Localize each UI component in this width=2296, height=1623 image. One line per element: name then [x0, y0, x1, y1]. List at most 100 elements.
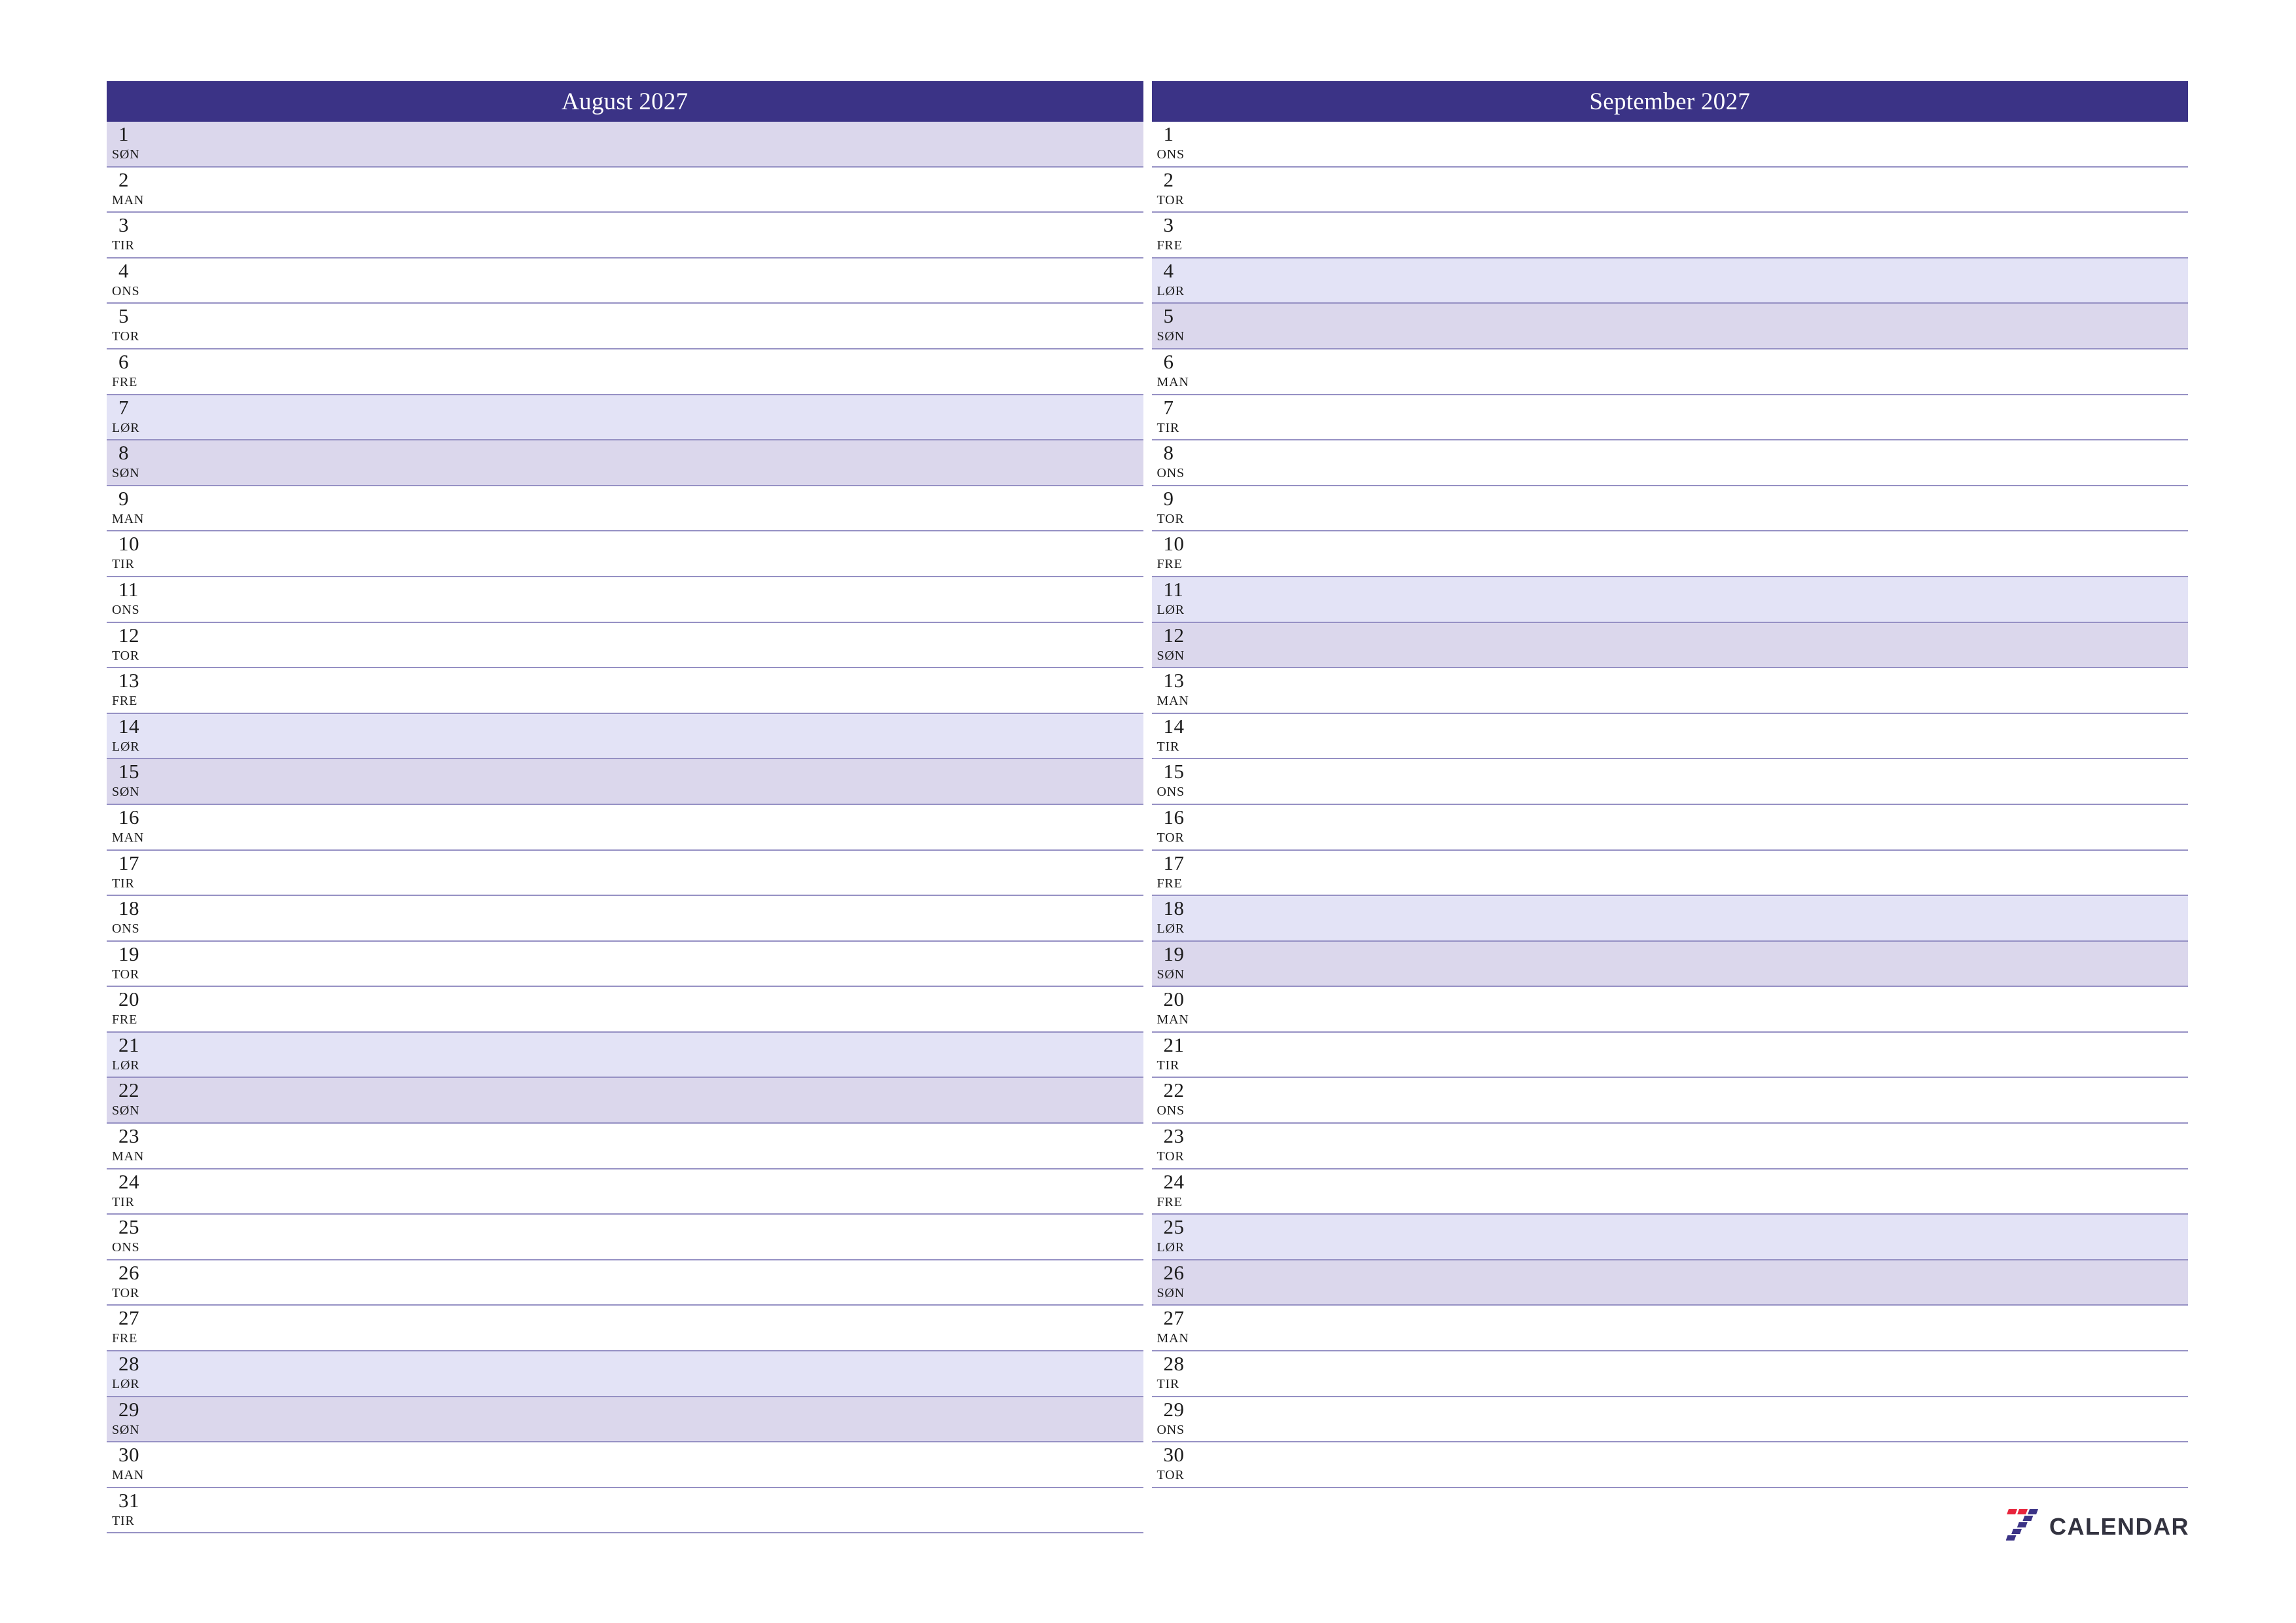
day-row[interactable]: 4 ONS: [107, 258, 1143, 304]
day-row[interactable]: 30 TOR: [1151, 1442, 2188, 1488]
day-weekday-abbr: TIR: [112, 557, 135, 572]
day-number: 1: [118, 122, 129, 145]
day-number: 4: [1163, 259, 1174, 282]
day-row[interactable]: 8 ONS: [1151, 440, 2188, 486]
day-row[interactable]: 20 FRE: [107, 987, 1143, 1033]
day-row[interactable]: 11 ONS: [107, 577, 1143, 623]
day-weekday-abbr: TIR: [1157, 1377, 1180, 1392]
day-weekday-abbr: ONS: [1157, 1103, 1185, 1118]
month-panel: August 2027 1 SØN 2 MAN 3 TIR 4 ONS 5 TOR 6 FRE 7 LØR 8…: [107, 81, 1143, 1535]
day-weekday-abbr: MAN: [1157, 374, 1189, 389]
day-row[interactable]: 16 TOR: [1151, 804, 2188, 851]
day-row[interactable]: 23 MAN: [107, 1124, 1143, 1169]
day-number: 2: [1163, 168, 1174, 191]
day-row[interactable]: 24 TIR: [107, 1169, 1143, 1215]
day-number: 20: [118, 988, 139, 1011]
day-number: 29: [1163, 1397, 1185, 1421]
day-row[interactable]: 16 MAN: [107, 804, 1143, 851]
day-row[interactable]: 13 MAN: [1151, 668, 2188, 714]
day-weekday-abbr: FRE: [112, 374, 138, 389]
day-row[interactable]: 19 SØN: [1151, 941, 2188, 988]
day-row[interactable]: 3 FRE: [1151, 213, 2188, 259]
day-row[interactable]: 5 SØN: [1151, 304, 2188, 349]
day-weekday-abbr: LØR: [1157, 602, 1185, 617]
day-weekday-abbr: FRE: [1157, 876, 1183, 891]
day-number: 8: [118, 441, 129, 465]
day-row[interactable]: 7 LØR: [107, 395, 1143, 441]
day-number: 28: [1163, 1352, 1185, 1376]
day-row[interactable]: 18 LØR: [1151, 896, 2188, 942]
day-number: 4: [118, 259, 129, 282]
day-weekday-abbr: TOR: [1157, 1468, 1185, 1483]
day-number: 20: [1163, 988, 1185, 1011]
day-number: 31: [118, 1488, 139, 1512]
day-row[interactable]: 25 LØR: [1151, 1215, 2188, 1260]
day-number: 15: [1163, 760, 1185, 783]
day-row[interactable]: 17 FRE: [1151, 850, 2188, 897]
day-row[interactable]: 20 MAN: [1151, 987, 2188, 1033]
day-row[interactable]: 18 ONS: [107, 896, 1143, 942]
day-number: 21: [118, 1033, 139, 1056]
seven-logo-icon: [2006, 1509, 2038, 1541]
day-row[interactable]: 27 MAN: [1151, 1306, 2188, 1352]
day-weekday-abbr: LØR: [112, 739, 140, 754]
day-row[interactable]: 12 TOR: [107, 622, 1143, 669]
day-row[interactable]: 28 TIR: [1151, 1351, 2188, 1397]
day-row[interactable]: 21 TIR: [1151, 1032, 2188, 1079]
day-weekday-abbr: LØR: [112, 1377, 140, 1392]
day-number: 9: [118, 486, 129, 510]
day-row[interactable]: 15 SØN: [107, 759, 1143, 805]
day-row[interactable]: 22 SØN: [107, 1078, 1143, 1124]
day-number: 22: [118, 1079, 139, 1102]
day-row[interactable]: 23 TOR: [1151, 1124, 2188, 1169]
day-weekday-abbr: ONS: [1157, 1422, 1185, 1437]
day-row[interactable]: 5 TOR: [107, 304, 1143, 349]
day-row[interactable]: 10 FRE: [1151, 531, 2188, 577]
day-weekday-abbr: SØN: [1157, 648, 1185, 663]
day-row[interactable]: 26 SØN: [1151, 1260, 2188, 1306]
day-row[interactable]: 11 LØR: [1151, 577, 2188, 623]
day-row[interactable]: 9 MAN: [107, 486, 1143, 532]
day-row[interactable]: 3 TIR: [107, 213, 1143, 259]
day-row[interactable]: 14 LØR: [107, 713, 1143, 760]
day-row[interactable]: 22 ONS: [1151, 1078, 2188, 1124]
day-number: 8: [1163, 441, 1174, 465]
day-row[interactable]: 7 TIR: [1151, 395, 2188, 441]
day-weekday-abbr: ONS: [112, 921, 140, 936]
day-row[interactable]: 14 TIR: [1151, 713, 2188, 760]
day-weekday-abbr: TIR: [1157, 739, 1180, 754]
day-row[interactable]: 9 TOR: [1151, 486, 2188, 532]
day-row[interactable]: 25 ONS: [107, 1215, 1143, 1260]
day-number: 10: [118, 532, 139, 556]
day-row[interactable]: 30 MAN: [107, 1442, 1143, 1488]
day-row[interactable]: 15 ONS: [1151, 759, 2188, 805]
day-row[interactable]: 2 TOR: [1151, 167, 2188, 213]
day-row[interactable]: 1 ONS: [1151, 122, 2188, 168]
day-row[interactable]: 29 SØN: [107, 1397, 1143, 1443]
day-row[interactable]: 13 FRE: [107, 668, 1143, 714]
day-row[interactable]: 17 TIR: [107, 850, 1143, 897]
day-weekday-abbr: MAN: [112, 1149, 145, 1164]
day-number: 3: [1163, 213, 1174, 237]
day-number: 6: [118, 349, 129, 373]
day-row[interactable]: 10 TIR: [107, 531, 1143, 577]
day-row[interactable]: 27 FRE: [107, 1306, 1143, 1352]
day-row[interactable]: 1 SØN: [107, 122, 1143, 168]
day-row[interactable]: 2 MAN: [107, 167, 1143, 213]
day-row[interactable]: 6 FRE: [107, 349, 1143, 395]
day-number: 18: [118, 897, 139, 920]
day-row[interactable]: 28 LØR: [107, 1351, 1143, 1397]
day-row[interactable]: 4 LØR: [1151, 258, 2188, 304]
day-number: 27: [1163, 1306, 1185, 1330]
day-weekday-abbr: TOR: [1157, 192, 1185, 207]
day-row[interactable]: 24 FRE: [1151, 1169, 2188, 1215]
day-row[interactable]: 21 LØR: [107, 1032, 1143, 1079]
day-number: 30: [118, 1443, 139, 1467]
day-row[interactable]: 29 ONS: [1151, 1397, 2188, 1443]
day-row[interactable]: 26 TOR: [107, 1260, 1143, 1306]
day-row[interactable]: 6 MAN: [1151, 349, 2188, 395]
day-row[interactable]: 8 SØN: [107, 440, 1143, 486]
day-row[interactable]: 31 TIR: [107, 1488, 1143, 1534]
day-row[interactable]: 19 TOR: [107, 941, 1143, 988]
day-row[interactable]: 12 SØN: [1151, 622, 2188, 669]
